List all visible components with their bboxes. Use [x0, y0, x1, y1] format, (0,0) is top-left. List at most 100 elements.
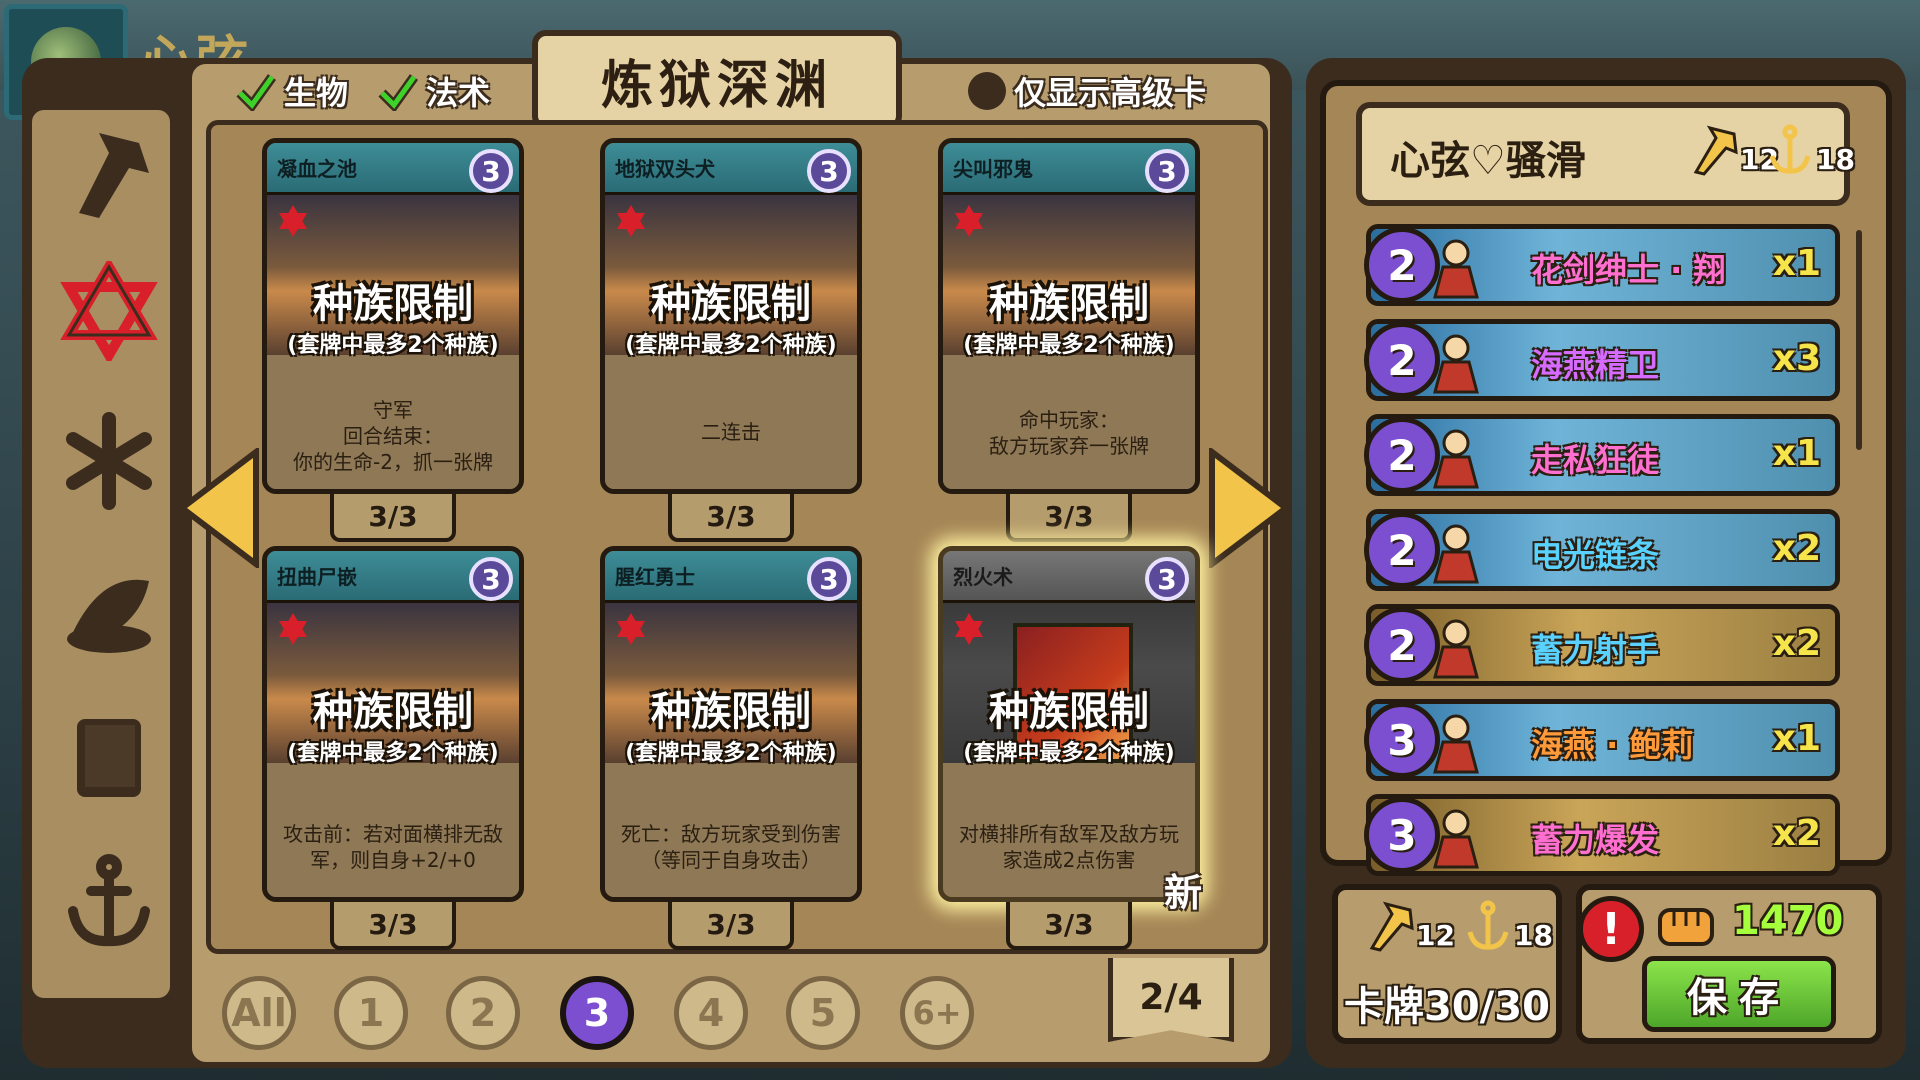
deck-row-name: 走私狂徒: [1531, 441, 1660, 479]
card-cost: 3: [807, 557, 851, 601]
deck-row-name: 花剑绅士 · 翔: [1531, 251, 1726, 289]
card-owned-count: 3/3: [1006, 494, 1132, 542]
axe-icon: [1693, 125, 1738, 176]
card-description: 死亡：敌方玩家受到伤害 （等同于自身攻击）: [621, 822, 841, 872]
card-cost: 3: [469, 149, 513, 193]
deck-row-count: x1: [1772, 433, 1821, 474]
faction-hexagram-icon: [617, 205, 645, 237]
deck-scrollbar[interactable]: [1856, 230, 1862, 450]
new-card-badge: 新: [1164, 871, 1203, 915]
card-owned-count: 3/3: [330, 494, 456, 542]
anchor-icon: [1467, 900, 1509, 950]
race-limit-title: 种族限制: [651, 689, 811, 735]
card-name: 尖叫邪鬼: [953, 157, 1033, 181]
cost-filter-6plus[interactable]: 6+: [900, 976, 974, 1050]
card-name: 地狱双头犬: [615, 157, 715, 181]
faction-leaf-icon[interactable]: [54, 556, 164, 666]
race-limit-subtitle: (套牌中最多2个种族): [963, 333, 1175, 358]
card-owned-count: 3/3: [668, 494, 794, 542]
card-item[interactable]: 烈火术 3 对横排所有敌军及敌方玩 家造成2点伤害 种族限制 (套牌中最多2个种…: [938, 546, 1200, 902]
checkmark-icon: [236, 74, 276, 111]
page-indicator: 2/4: [1108, 958, 1234, 1042]
race-limit-title: 种族限制: [313, 281, 473, 327]
card-name: 腥红勇士: [615, 565, 695, 589]
card-cost: 3: [807, 149, 851, 193]
faction-hexagram-icon[interactable]: [54, 256, 164, 366]
card-description: 二连击: [701, 420, 761, 444]
fist-icon: [1658, 908, 1714, 946]
deck-row-count: x1: [1772, 718, 1821, 759]
premium-only-label: 仅显示高级卡: [1014, 74, 1207, 112]
deck-name: 心弦♡骚滑: [1390, 138, 1586, 184]
race-limit-subtitle: (套牌中最多2个种族): [625, 741, 837, 766]
race-limit-title: 种族限制: [313, 689, 473, 735]
deck-row-count: x1: [1772, 243, 1821, 284]
card-name: 扭曲尸嵌: [277, 565, 357, 589]
card-cost: 3: [469, 557, 513, 601]
cost-filter-4[interactable]: 4: [674, 976, 748, 1050]
warning-icon[interactable]: !: [1578, 896, 1644, 962]
save-button[interactable]: 保存: [1642, 956, 1836, 1032]
currency-amount: 1470: [1732, 898, 1844, 944]
deck-card-count: 卡牌30/30: [1344, 984, 1550, 1030]
deck-row-name: 海燕 · 鲍莉: [1531, 726, 1694, 764]
axe-icon: [1369, 901, 1414, 952]
card-owned-count: 3/3: [1006, 902, 1132, 950]
cost-filter-3[interactable]: 3: [560, 976, 634, 1050]
race-limit-subtitle: (套牌中最多2个种族): [625, 333, 837, 358]
cost-filter-1[interactable]: 1: [334, 976, 408, 1050]
anchor-icon: [1769, 124, 1811, 174]
card-owned-count: 3/3: [668, 902, 794, 950]
faction-hexagram-icon: [279, 205, 307, 237]
deck-row-cost: 2: [1364, 322, 1440, 398]
deck-row-name: 蓄力射手: [1531, 631, 1660, 669]
card-cost: 3: [1145, 149, 1189, 193]
race-limit-subtitle: (套牌中最多2个种族): [963, 741, 1175, 766]
faction-hexagram-icon: [617, 613, 645, 645]
deck-anchor-stat: 18: [1764, 124, 1855, 176]
race-limit-subtitle: (套牌中最多2个种族): [287, 741, 499, 766]
card-item[interactable]: 地狱双头犬 3 二连击 种族限制 (套牌中最多2个种族): [600, 138, 862, 494]
card-item[interactable]: 凝血之池 3 守军 回合结束： 你的生命-2，抓一张牌 种族限制 (套牌中最多2…: [262, 138, 524, 494]
card-item[interactable]: 腥红勇士 3 死亡：敌方玩家受到伤害 （等同于自身攻击） 种族限制 (套牌中最多…: [600, 546, 862, 902]
race-limit-title: 种族限制: [651, 281, 811, 327]
faction-book-icon[interactable]: [54, 702, 164, 812]
faction-anchor-icon[interactable]: [54, 846, 164, 956]
prev-page-arrow-icon[interactable]: [176, 448, 262, 568]
cost-filter-5[interactable]: 5: [786, 976, 860, 1050]
faction-snowflake-icon[interactable]: [54, 406, 164, 516]
deck-row-cost: 2: [1364, 512, 1440, 588]
faction-tab-title: 炼狱深渊: [532, 30, 902, 130]
race-limit-subtitle: (套牌中最多2个种族): [287, 333, 499, 358]
creature-filter[interactable]: 生物: [236, 68, 348, 114]
card-description: 命中玩家： 敌方玩家弃一张牌: [989, 408, 1149, 458]
deck-row-count: x2: [1772, 528, 1821, 569]
card-description: 对横排所有敌军及敌方玩 家造成2点伤害: [959, 822, 1179, 872]
race-limit-title: 种族限制: [989, 281, 1149, 327]
card-name: 烈火术: [953, 565, 1013, 589]
deck-row-count: x2: [1772, 813, 1821, 854]
card-owned-count: 3/3: [330, 902, 456, 950]
spell-filter[interactable]: 法术: [378, 68, 490, 114]
faction-axe-icon[interactable]: [54, 118, 164, 228]
spell-filter-label: 法术: [426, 74, 491, 112]
card-item[interactable]: 尖叫邪鬼 3 命中玩家： 敌方玩家弃一张牌 种族限制 (套牌中最多2个种族): [938, 138, 1200, 494]
footer-anchor-stat: 18: [1462, 900, 1553, 952]
race-limit-title: 种族限制: [989, 689, 1149, 735]
deck-row-cost: 2: [1364, 607, 1440, 683]
deck-row-cost: 2: [1364, 417, 1440, 493]
card-cost: 3: [1145, 557, 1189, 601]
card-name: 凝血之池: [277, 157, 357, 181]
card-description: 守军 回合结束： 你的生命-2，抓一张牌: [293, 398, 493, 474]
premium-only-toggle[interactable]: 仅显示高级卡: [968, 68, 1206, 114]
checkmark-icon: [378, 74, 418, 111]
faction-rail: [26, 104, 176, 1004]
card-item[interactable]: 扭曲尸嵌 3 攻击前：若对面横排无敌 军，则自身+2/+0 种族限制 (套牌中最…: [262, 546, 524, 902]
cost-filter-all[interactable]: All: [222, 976, 296, 1050]
deck-row-count: x2: [1772, 623, 1821, 664]
deck-row-name: 电光链条: [1531, 536, 1660, 574]
footer-axe-stat: 12: [1364, 900, 1455, 952]
deck-row-cost: 3: [1364, 702, 1440, 778]
next-page-arrow-icon[interactable]: [1206, 448, 1292, 568]
cost-filter-2[interactable]: 2: [446, 976, 520, 1050]
